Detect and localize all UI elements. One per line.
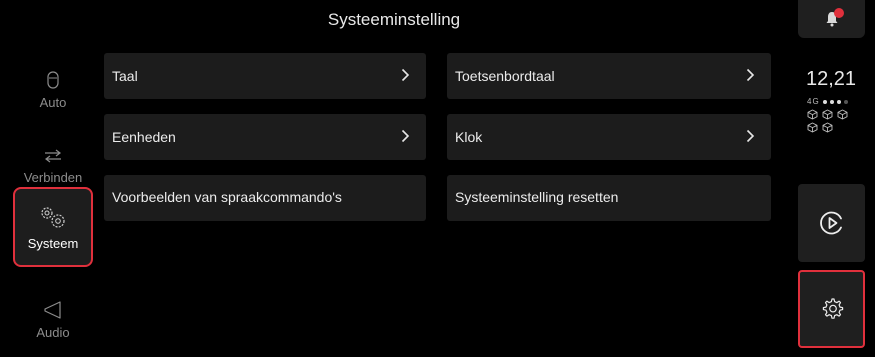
signal-status: 4G xyxy=(807,97,848,106)
tile-label: Klok xyxy=(455,129,483,145)
signal-dot xyxy=(822,99,827,104)
chevron-right-icon xyxy=(746,129,755,143)
notification-badge xyxy=(834,8,844,18)
tile-label: Systeeminstelling resetten xyxy=(455,189,619,205)
tile-klok[interactable]: Klok xyxy=(447,114,771,160)
chevron-right-icon xyxy=(746,68,755,82)
notification-button[interactable] xyxy=(798,0,865,38)
nav-label-auto: Auto xyxy=(39,94,67,110)
page-title: Systeeminstelling xyxy=(327,10,461,29)
nav-item-auto[interactable]: Auto xyxy=(13,50,93,130)
cube-icon xyxy=(822,122,833,133)
cube-icon xyxy=(807,109,818,120)
play-circle-icon xyxy=(819,211,842,235)
main-panel: Systeeminstelling Auto Verbinden Systeem… xyxy=(0,0,788,357)
tile-taal[interactable]: Taal xyxy=(104,53,426,99)
status-icons xyxy=(807,109,857,133)
system-gears-icon xyxy=(41,206,65,228)
tile-eenheden[interactable]: Eenheden xyxy=(104,114,426,160)
nav-label-audio: Audio xyxy=(36,324,70,340)
side-nav: Auto Verbinden Systeem Audio xyxy=(0,40,96,357)
nav-item-systeem[interactable]: Systeem xyxy=(13,187,93,267)
right-rail: 12,21 4G xyxy=(788,0,875,357)
network-type: 4G xyxy=(807,97,820,106)
speaker-icon xyxy=(44,300,61,319)
signal-dot xyxy=(843,99,848,104)
signal-dot xyxy=(836,99,841,104)
chevron-right-icon xyxy=(401,129,410,143)
settings-gear-icon xyxy=(822,298,843,319)
tile-label: Toetsenbordtaal xyxy=(455,68,555,84)
cube-icon xyxy=(807,122,818,133)
clock-time: 12,21 xyxy=(806,68,857,90)
nav-item-audio[interactable]: Audio xyxy=(13,280,93,357)
signal-dot xyxy=(829,99,834,104)
nav-label-verbinden: Verbinden xyxy=(23,169,83,185)
settings-button[interactable] xyxy=(798,270,865,348)
chevron-right-icon xyxy=(401,68,410,82)
tile-voorbeelden-spraakcommandos[interactable]: Voorbeelden van spraakcommando's xyxy=(104,175,426,221)
tile-label: Taal xyxy=(112,68,138,84)
connect-arrows-icon xyxy=(45,149,61,162)
media-button[interactable] xyxy=(798,184,865,262)
tile-label: Voorbeelden van spraakcommando's xyxy=(112,189,342,205)
cube-icon xyxy=(822,109,833,120)
tile-label: Eenheden xyxy=(112,129,176,145)
nav-label-systeem: Systeem xyxy=(27,235,79,251)
tile-systeeminstelling-resetten[interactable]: Systeeminstelling resetten xyxy=(447,175,771,221)
tile-toetsenbordtaal[interactable]: Toetsenbordtaal xyxy=(447,53,771,99)
cube-icon xyxy=(837,109,848,120)
car-icon xyxy=(47,70,59,89)
